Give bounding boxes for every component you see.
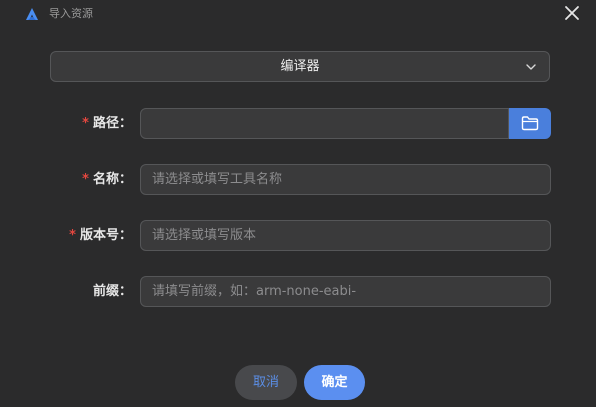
version-label-text: 版本号： [79, 228, 132, 243]
version-label: * 版本号： [0, 227, 132, 245]
chevron-down-icon [526, 64, 536, 70]
required-mark: * [69, 228, 76, 243]
path-label: * 路径： [0, 115, 132, 133]
path-input[interactable] [140, 108, 509, 139]
app-logo-icon [26, 8, 38, 20]
path-label-text: 路径： [92, 116, 132, 131]
version-input[interactable] [140, 220, 551, 251]
prefix-input[interactable] [140, 276, 551, 307]
close-icon[interactable] [561, 2, 583, 24]
required-mark: * [82, 172, 89, 187]
tool-name-input[interactable] [140, 164, 551, 195]
import-resource-dialog: 导入资源 编译器 *路径： *名称： *版本号： 前缀： 取消 确定 [0, 0, 596, 407]
resource-type-select[interactable]: 编译器 [50, 51, 550, 82]
prefix-label: 前缀： [0, 283, 132, 301]
prefix-label-text: 前缀： [92, 284, 132, 299]
confirm-button[interactable]: 确定 [304, 365, 365, 400]
folder-icon [521, 116, 539, 131]
resource-type-value: 编译器 [280, 59, 320, 74]
cancel-button[interactable]: 取消 [235, 365, 297, 400]
browse-folder-button[interactable] [509, 108, 551, 139]
required-mark: * [82, 116, 89, 131]
title-bar: 导入资源 [0, 0, 596, 28]
name-label: * 名称： [0, 171, 132, 189]
dialog-title: 导入资源 [49, 7, 93, 20]
name-label-text: 名称： [92, 172, 132, 187]
